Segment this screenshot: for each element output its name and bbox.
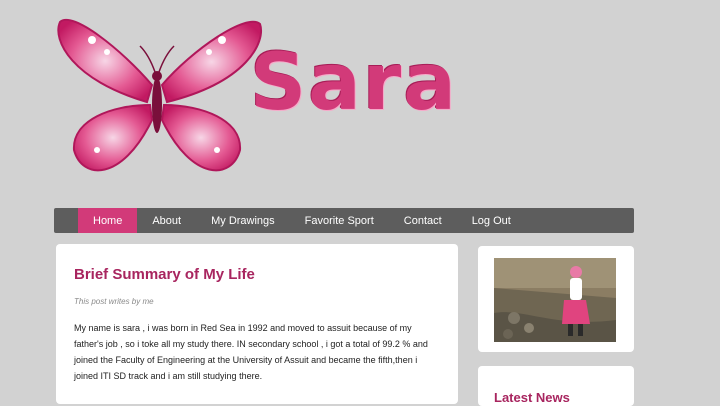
post-meta: This post writes by me <box>74 297 154 306</box>
nav-item-about[interactable]: About <box>137 208 196 233</box>
nav-item-log-out[interactable]: Log Out <box>457 208 526 233</box>
nav-item-contact[interactable]: Contact <box>389 208 457 233</box>
nav-item-my-drawings[interactable]: My Drawings <box>196 208 290 233</box>
main-nav: Home About My Drawings Favorite Sport Co… <box>54 208 634 233</box>
nav-item-favorite-sport[interactable]: Favorite Sport <box>290 208 389 233</box>
news-title: Latest News <box>494 390 570 405</box>
site-title: Sara <box>250 38 458 128</box>
butterfly-icon <box>57 19 262 172</box>
site-header: Sara <box>0 0 720 205</box>
sidebar-news-card: Latest News <box>478 366 634 406</box>
post-body: My name is sara , i was born in Red Sea … <box>74 323 428 381</box>
sidebar-photo-card <box>478 246 634 352</box>
profile-photo <box>494 258 616 342</box>
post-title[interactable]: Brief Summary of My Life <box>74 266 440 283</box>
blog-post: Brief Summary of My Life This post write… <box>56 244 458 404</box>
nav-item-home[interactable]: Home <box>78 208 138 233</box>
